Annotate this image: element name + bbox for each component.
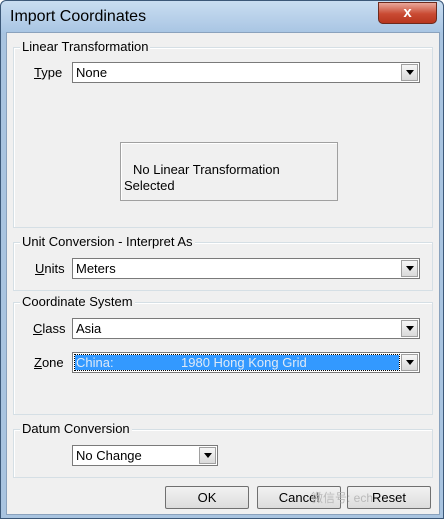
datum-dropdown-arrow[interactable]: [199, 447, 216, 464]
ok-button[interactable]: OK: [165, 486, 249, 509]
chevron-down-icon: [405, 326, 414, 331]
class-label: Class: [33, 321, 66, 336]
close-icon: x: [403, 4, 412, 21]
zone-dropdown[interactable]: China: 1980 Hong Kong Grid: [72, 352, 420, 373]
datum-dropdown[interactable]: No Change: [72, 445, 218, 466]
zone-selection-highlight: China: 1980 Hong Kong Grid: [74, 354, 400, 371]
datum-conversion-label: Datum Conversion: [20, 421, 132, 436]
datum-dropdown-value: No Change: [76, 448, 142, 463]
unit-conversion-group: Unit Conversion - Interpret As Units Met…: [13, 234, 433, 291]
info-line-2: Selected: [124, 178, 175, 193]
units-label: Units: [35, 261, 65, 276]
coordinate-system-label: Coordinate System: [20, 294, 135, 309]
chevron-down-icon: [405, 360, 414, 365]
dialog-title: Import Coordinates: [10, 8, 147, 25]
info-line-1: No Linear Transformation: [133, 162, 280, 177]
chevron-down-icon: [405, 70, 414, 75]
units-dropdown[interactable]: Meters: [72, 258, 420, 279]
zone-label: Zone: [34, 355, 64, 370]
zone-dropdown-arrow[interactable]: [401, 354, 418, 371]
chevron-down-icon: [405, 266, 414, 271]
type-label: Type: [34, 65, 63, 80]
chevron-down-icon: [203, 453, 212, 458]
zone-dropdown-value-name: 1980 Hong Kong Grid: [181, 355, 307, 370]
linear-transformation-group: Linear Transformation Type None No Linea…: [13, 39, 433, 228]
type-dropdown[interactable]: None: [72, 62, 420, 83]
title-bar[interactable]: Import Coordinates x: [1, 1, 443, 33]
units-dropdown-value: Meters: [76, 261, 116, 276]
class-dropdown-value: Asia: [76, 321, 102, 336]
type-dropdown-arrow[interactable]: [401, 64, 418, 81]
type-dropdown-value: None: [76, 65, 108, 80]
class-dropdown[interactable]: Asia: [72, 318, 420, 339]
unit-conversion-label: Unit Conversion - Interpret As: [20, 234, 195, 249]
transformation-info-box: No Linear Transformation Selected: [120, 142, 338, 201]
linear-transformation-label: Linear Transformation: [20, 39, 151, 54]
close-button[interactable]: x: [378, 2, 437, 24]
coordinate-system-group: Coordinate System Class Asia Zone China:…: [13, 294, 433, 415]
import-coordinates-dialog: Import Coordinates x Linear Transformati…: [0, 0, 444, 519]
zone-dropdown-value-prefix: China:: [76, 355, 114, 370]
class-dropdown-arrow[interactable]: [401, 320, 418, 337]
dialog-client-area: Linear Transformation Type None No Linea…: [6, 32, 440, 515]
datum-conversion-group: Datum Conversion No Change: [13, 421, 433, 478]
units-dropdown-arrow[interactable]: [401, 260, 418, 277]
watermark-text: 微信号: ech: [311, 491, 374, 505]
